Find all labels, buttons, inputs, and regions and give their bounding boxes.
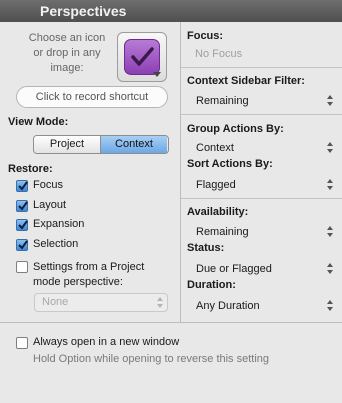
title-bar[interactable]: Perspectives: [0, 0, 342, 23]
view-mode-project[interactable]: Project: [34, 136, 101, 153]
sort-actions-by-value: Flagged: [196, 179, 236, 191]
window-title: Perspectives: [40, 3, 127, 19]
checkbox-checked-icon: [16, 200, 28, 212]
availability-popup[interactable]: Remaining: [187, 223, 337, 241]
popup-arrows-icon: [327, 179, 333, 190]
settings-from-project-line2: mode perspective:: [33, 276, 123, 288]
context-sidebar-filter-popup[interactable]: Remaining: [187, 92, 337, 110]
settings-from-project-line1: Settings from a Project: [33, 261, 145, 273]
section-divider: [181, 198, 342, 199]
checkbox-checked-icon: [16, 239, 28, 251]
availability-value: Remaining: [196, 226, 249, 238]
context-sidebar-filter-value: Remaining: [196, 95, 249, 107]
project-perspective-value: None: [42, 296, 69, 308]
focus-value: No Focus: [195, 48, 243, 60]
status-label: Status:: [187, 242, 225, 254]
project-perspective-popup[interactable]: None: [34, 293, 168, 312]
icon-prompt-line: or drop in any: [33, 47, 101, 59]
popup-arrows-icon: [327, 263, 333, 274]
restore-selection-checkbox[interactable]: Selection: [16, 238, 136, 253]
status-value: Due or Flagged: [196, 263, 272, 275]
focus-label: Focus:: [187, 30, 224, 42]
icon-well[interactable]: [117, 32, 167, 82]
settings-from-project-label: Settings from a Project mode perspective…: [33, 260, 144, 290]
context-sidebar-filter-label: Context Sidebar Filter:: [187, 75, 305, 87]
restore-expansion-label: Expansion: [33, 218, 85, 230]
restore-expansion-checkbox[interactable]: Expansion: [16, 218, 136, 233]
restore-layout-checkbox[interactable]: Layout: [16, 199, 136, 214]
duration-label: Duration:: [187, 279, 236, 291]
section-divider: [181, 114, 342, 115]
group-actions-by-popup[interactable]: Context: [187, 139, 337, 157]
view-mode-label: View Mode:: [8, 116, 69, 128]
always-open-label: Always open in a new window: [33, 336, 180, 348]
checkmark-app-icon: [124, 39, 160, 75]
checkbox-checked-icon: [16, 180, 28, 192]
restore-focus-label: Focus: [33, 179, 63, 191]
checkbox-checked-icon: [16, 219, 28, 231]
sort-actions-by-label: Sort Actions By:: [187, 158, 273, 170]
chevron-down-icon: [153, 72, 161, 77]
checkbox-unchecked-icon: [16, 337, 28, 349]
always-open-hint: Hold Option while opening to reverse thi…: [33, 353, 270, 365]
restore-selection-label: Selection: [33, 238, 79, 250]
group-actions-by-value: Context: [196, 142, 234, 154]
restore-label: Restore:: [8, 163, 53, 175]
duration-popup[interactable]: Any Duration: [187, 297, 337, 315]
popup-arrows-icon: [327, 300, 333, 311]
duration-value: Any Duration: [196, 300, 260, 312]
popup-arrows-icon: [157, 297, 163, 308]
view-mode-context[interactable]: Context: [101, 136, 167, 153]
view-mode-segmented-control: Project Context: [33, 135, 169, 154]
checkbox-unchecked-icon: [16, 261, 28, 273]
group-actions-by-label: Group Actions By:: [187, 123, 284, 135]
restore-layout-label: Layout: [33, 199, 67, 211]
availability-label: Availability:: [187, 206, 249, 218]
icon-prompt: Choose an icon or drop in any image:: [24, 31, 110, 76]
section-divider: [181, 67, 342, 68]
icon-prompt-line: Choose an icon: [28, 32, 106, 44]
bottom-divider: [0, 322, 342, 323]
status-popup[interactable]: Due or Flagged: [187, 260, 337, 278]
settings-from-project-checkbox[interactable]: Settings from a Project mode perspective…: [16, 259, 176, 289]
popup-arrows-icon: [327, 142, 333, 153]
record-shortcut-field[interactable]: Click to record shortcut: [16, 86, 168, 108]
icon-prompt-line: image:: [50, 62, 84, 74]
popup-arrows-icon: [327, 226, 333, 237]
always-open-checkbox[interactable]: Always open in a new window: [16, 336, 236, 351]
popup-arrows-icon: [327, 95, 333, 106]
sort-actions-by-popup[interactable]: Flagged: [187, 176, 337, 194]
restore-focus-checkbox[interactable]: Focus: [16, 179, 136, 194]
